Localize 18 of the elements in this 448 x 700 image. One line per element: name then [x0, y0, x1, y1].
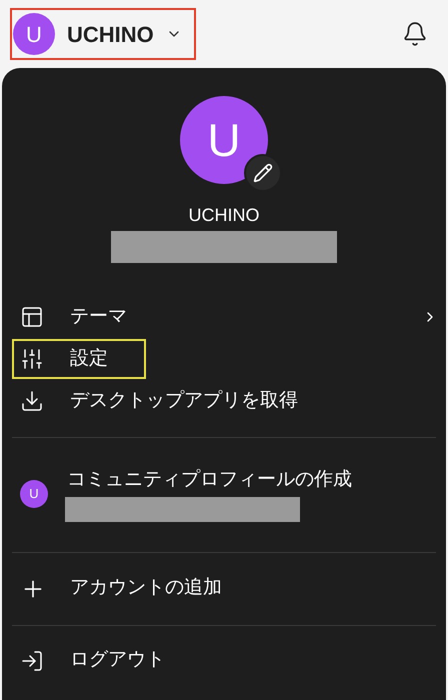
avatar: U [20, 480, 48, 508]
notifications-icon[interactable] [402, 21, 428, 47]
add-account-item[interactable]: アカウントの追加 [2, 552, 446, 624]
menu-item[interactable]: 設定 [12, 339, 146, 379]
menu-item[interactable]: デスクトップアプリを取得 [12, 381, 436, 421]
layout-icon [20, 305, 44, 329]
menu-item[interactable]: テーマ [12, 297, 436, 337]
pencil-icon [253, 163, 273, 183]
profile-avatar: U [180, 96, 268, 184]
logout-item[interactable]: ログアウト [2, 626, 446, 696]
user-name: UCHINO [67, 20, 154, 48]
logout-icon [20, 648, 44, 672]
sliders-icon [20, 347, 44, 371]
community-profile-item[interactable]: U コミュニティプロフィールの作成 [2, 438, 446, 552]
account-button[interactable]: U UCHINO [10, 8, 196, 60]
profile-name: UCHINO [188, 204, 260, 227]
avatar: U [13, 13, 55, 55]
download-icon [20, 389, 44, 413]
